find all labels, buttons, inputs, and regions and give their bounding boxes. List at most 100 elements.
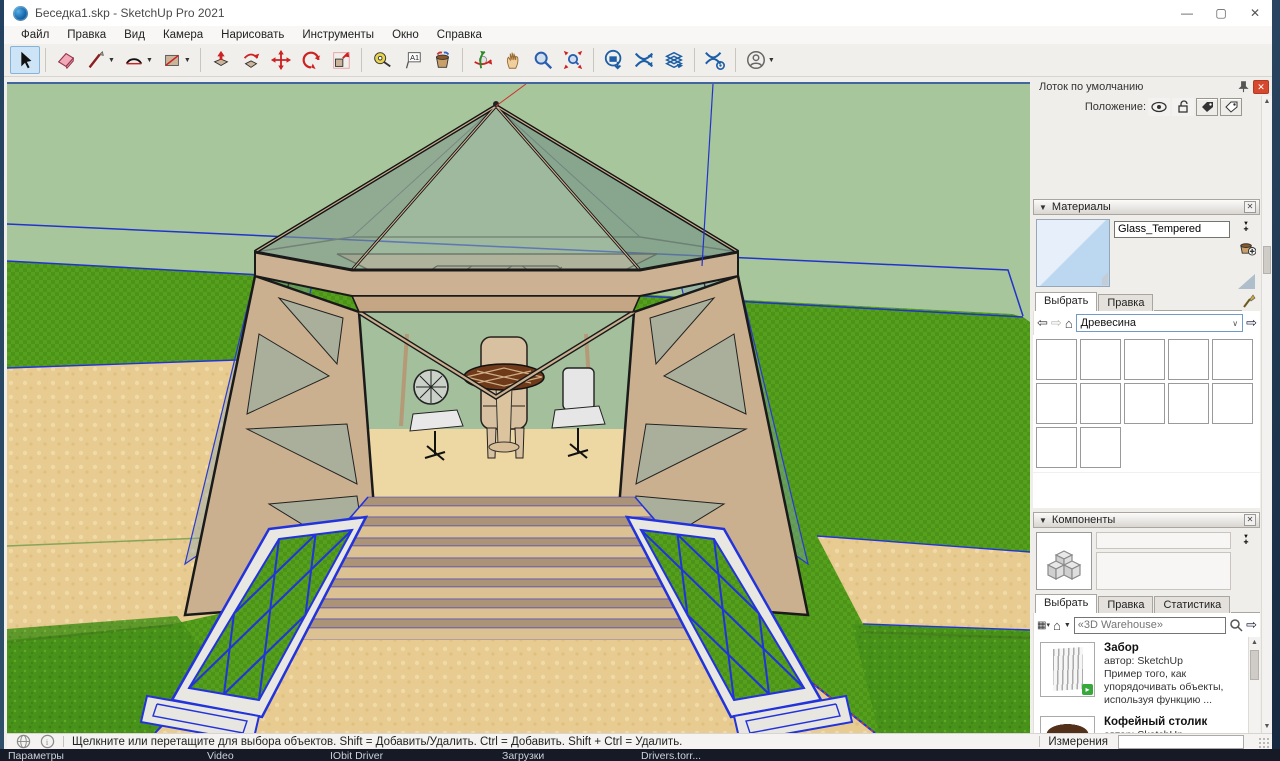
shapes-dropdown-icon[interactable]: ▼: [184, 57, 191, 64]
components-close-icon[interactable]: ✕: [1244, 514, 1256, 526]
line-tool-button[interactable]: [81, 46, 111, 74]
scroll-down-icon[interactable]: ▼: [1262, 721, 1272, 733]
list-item[interactable]: ▸ Забор автор: SketchUp Пример того, как…: [1040, 642, 1244, 707]
material-swatch[interactable]: [1124, 383, 1165, 424]
tab-edit[interactable]: Правка: [1098, 294, 1153, 311]
arc-dropdown-icon[interactable]: ▼: [146, 57, 153, 64]
text-tool-button[interactable]: A1: [397, 46, 427, 74]
secondary-pane-toggle-icon[interactable]: ▼✚: [1238, 532, 1254, 548]
close-button[interactable]: ✕: [1238, 0, 1272, 26]
view-options-icon[interactable]: ▦▾: [1037, 620, 1050, 631]
zoom-tool-button[interactable]: [528, 46, 558, 74]
material-swatch[interactable]: [1080, 427, 1121, 468]
follow-me-tool-button[interactable]: [236, 46, 266, 74]
minimize-button[interactable]: —: [1170, 0, 1204, 26]
scroll-up-icon[interactable]: ▲: [1262, 96, 1272, 108]
orbit-tool-button[interactable]: [468, 46, 498, 74]
material-swatch[interactable]: [1036, 339, 1077, 380]
scale-tool-button[interactable]: [326, 46, 356, 74]
viewport-canvas[interactable]: [7, 84, 1030, 733]
rotate-tool-button[interactable]: [296, 46, 326, 74]
material-swatch[interactable]: [1212, 339, 1253, 380]
taskbar-item[interactable]: Загрузки: [502, 750, 544, 761]
menu-item[interactable]: Камера: [154, 26, 212, 44]
account-dropdown-icon[interactable]: ▼: [768, 57, 775, 64]
material-swatch[interactable]: [1212, 383, 1253, 424]
components-header[interactable]: ▼ Компоненты ✕: [1033, 512, 1260, 528]
search-icon[interactable]: [1229, 618, 1243, 632]
tray-title-bar[interactable]: Лоток по умолчанию ✕: [1031, 77, 1272, 96]
menu-item[interactable]: Нарисовать: [212, 26, 293, 44]
tray-scrollbar[interactable]: ▲ ▼: [1261, 96, 1272, 733]
scrollbar-thumb[interactable]: [1250, 650, 1259, 680]
push-pull-tool-button[interactable]: [206, 46, 236, 74]
geolocation-status-icon[interactable]: [16, 734, 31, 749]
tab-select[interactable]: Выбрать: [1035, 594, 1097, 613]
scrollbar-thumb[interactable]: [1263, 246, 1271, 274]
maximize-button[interactable]: ▢: [1204, 0, 1238, 26]
zoom-extents-tool-button[interactable]: [558, 46, 588, 74]
tab-statistics[interactable]: Статистика: [1154, 596, 1230, 613]
tag-light-icon[interactable]: [1220, 98, 1242, 116]
collapse-caret-icon[interactable]: ▼: [1039, 203, 1047, 212]
tab-select[interactable]: Выбрать: [1035, 292, 1097, 311]
unlock-icon[interactable]: [1172, 98, 1194, 116]
material-swatch[interactable]: [1080, 339, 1121, 380]
material-swatch[interactable]: [1168, 339, 1209, 380]
material-swatch[interactable]: [1080, 383, 1121, 424]
home-dropdown-icon[interactable]: ▼: [1064, 622, 1071, 629]
secondary-pane-toggle-icon[interactable]: ▼✚: [1238, 219, 1254, 235]
back-icon[interactable]: ⇦: [1037, 315, 1048, 331]
arc-tool-button[interactable]: [119, 46, 149, 74]
select-tool-button[interactable]: [10, 46, 40, 74]
detail-arrow-icon[interactable]: ⇨: [1246, 617, 1257, 633]
sample-paint-swatch[interactable]: [1238, 274, 1255, 289]
detail-arrow-icon[interactable]: ⇨: [1246, 315, 1257, 331]
resize-grip[interactable]: [1258, 737, 1270, 749]
materials-close-icon[interactable]: ✕: [1244, 201, 1256, 213]
component-description-field[interactable]: [1096, 552, 1231, 590]
visibility-eye-icon[interactable]: [1148, 98, 1170, 116]
pan-tool-button[interactable]: [498, 46, 528, 74]
material-name-input[interactable]: [1114, 221, 1230, 238]
menu-item[interactable]: Справка: [428, 26, 491, 44]
taskbar-item[interactable]: Video: [207, 750, 234, 761]
warehouse-search-input[interactable]: [1074, 617, 1226, 634]
share-model-button[interactable]: [629, 46, 659, 74]
forward-icon[interactable]: ⇨: [1051, 315, 1062, 331]
material-swatch[interactable]: [1036, 383, 1077, 424]
tag-dark-icon[interactable]: [1196, 98, 1218, 116]
home-icon[interactable]: ⌂: [1053, 618, 1061, 633]
menu-item[interactable]: Инструменты: [293, 26, 383, 44]
active-material-preview[interactable]: [1036, 219, 1110, 287]
material-swatch[interactable]: [1036, 427, 1077, 468]
taskbar-item[interactable]: Параметры: [8, 750, 64, 761]
materials-header[interactable]: ▼ Материалы ✕: [1033, 199, 1260, 215]
collection-dropdown[interactable]: Древесина ∨: [1076, 314, 1243, 332]
material-swatch[interactable]: [1168, 383, 1209, 424]
tray-close-icon[interactable]: ✕: [1253, 80, 1269, 94]
eyedropper-icon[interactable]: [1242, 293, 1256, 309]
pin-icon[interactable]: [1237, 80, 1250, 93]
move-tool-button[interactable]: [266, 46, 296, 74]
3d-warehouse-button[interactable]: [599, 46, 629, 74]
title-bar[interactable]: Беседка1.skp - SketchUp Pro 2021 — ▢ ✕: [4, 0, 1272, 26]
send-to-layout-button[interactable]: [659, 46, 689, 74]
menu-item[interactable]: Правка: [58, 26, 115, 44]
component-preview[interactable]: [1036, 532, 1092, 590]
shapes-tool-button[interactable]: [157, 46, 187, 74]
home-icon[interactable]: ⌂: [1065, 316, 1073, 331]
tab-edit[interactable]: Правка: [1098, 596, 1153, 613]
taskbar-item[interactable]: Drivers.torr...: [641, 750, 701, 761]
scroll-up-icon[interactable]: ▲: [1249, 637, 1260, 649]
extension-warehouse-button[interactable]: [700, 46, 730, 74]
menu-item[interactable]: Файл: [12, 26, 58, 44]
component-name-field[interactable]: [1096, 532, 1231, 549]
eraser-tool-button[interactable]: [51, 46, 81, 74]
measurements-input[interactable]: [1118, 735, 1244, 749]
collapse-caret-icon[interactable]: ▼: [1039, 516, 1047, 525]
3d-viewport[interactable]: [7, 84, 1030, 733]
create-material-icon[interactable]: [1237, 239, 1256, 256]
line-dropdown-icon[interactable]: ▼: [108, 57, 115, 64]
menu-item[interactable]: Окно: [383, 26, 428, 44]
